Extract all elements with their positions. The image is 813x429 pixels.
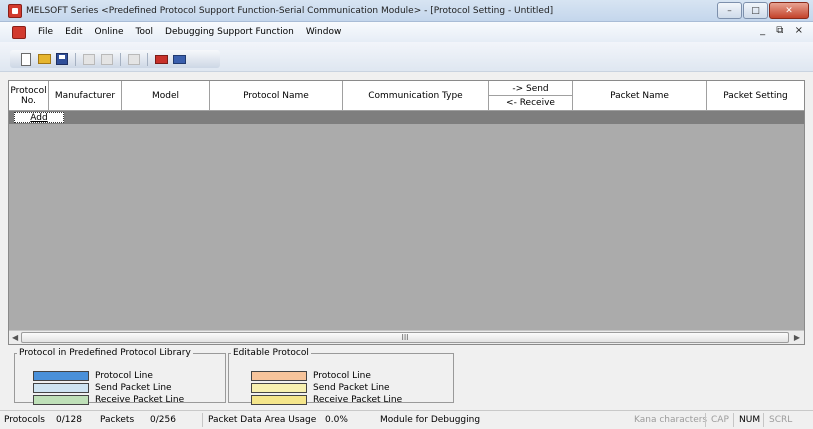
legend-label: Protocol Line: [313, 370, 371, 381]
status-num: NUM: [739, 415, 761, 425]
save-icon[interactable]: [54, 51, 70, 67]
status-separator: [202, 413, 203, 427]
legend-swatch: [251, 370, 307, 381]
legend-label: Send Packet Line: [95, 382, 172, 393]
legend-library-send-packet-line: Send Packet Line: [33, 382, 172, 393]
menu-bar: File Edit Online Tool Debugging Support …: [0, 22, 813, 42]
status-packets-label: Packets: [100, 415, 135, 425]
status-scrl: SCRL: [769, 415, 793, 425]
mdi-window-controls[interactable]: _ ⧉ ×: [760, 25, 807, 36]
status-separator: [763, 413, 764, 427]
toolbar: [0, 42, 813, 72]
protocol-grid: Protocol No. Manufacturer Model Protocol…: [8, 80, 805, 345]
toolbar-separator: [120, 52, 121, 66]
header-packet-setting[interactable]: Packet Setting: [707, 81, 804, 111]
toolbar-separator: [147, 52, 148, 66]
scroll-right-icon[interactable]: ▶: [794, 333, 800, 342]
legend-editable-receive-packet-line: Receive Packet Line: [251, 394, 402, 405]
legend-swatch: [33, 382, 89, 393]
legend-label: Receive Packet Line: [313, 394, 403, 405]
menu-tool[interactable]: Tool: [130, 27, 159, 37]
cut-icon[interactable]: [81, 51, 97, 67]
copy-icon[interactable]: [99, 51, 115, 67]
legend-editable-protocol-line: Protocol Line: [251, 370, 371, 381]
add-button[interactable]: Add: [14, 112, 64, 123]
legend-library-title: Protocol in Predefined Protocol Library: [19, 348, 191, 358]
legend-library-group: Protocol in Predefined Protocol Library …: [14, 348, 226, 405]
header-send-receive[interactable]: -> Send <- Receive: [489, 81, 573, 111]
legend-swatch: [251, 382, 307, 393]
menu-edit[interactable]: Edit: [59, 27, 88, 37]
scroll-thumb[interactable]: III: [21, 332, 789, 343]
status-cap: CAP: [711, 415, 729, 425]
status-packet-area-value: 0.0%: [325, 415, 348, 425]
status-kana: Kana characters: [634, 415, 708, 425]
header-manufacturer[interactable]: Manufacturer: [49, 81, 122, 111]
header-communication-type[interactable]: Communication Type: [343, 81, 489, 111]
menu-online[interactable]: Online: [89, 27, 130, 37]
window-controls: – □ ✕: [717, 2, 809, 19]
header-receive: <- Receive: [506, 97, 555, 108]
legend-swatch: [251, 394, 307, 405]
status-separator: [733, 413, 734, 427]
window-title: MELSOFT Series <Predefined Protocol Supp…: [26, 5, 554, 16]
header-protocol-no[interactable]: Protocol No.: [9, 81, 49, 111]
legend-editable-title: Editable Protocol: [233, 348, 309, 358]
scroll-left-icon[interactable]: ◀: [12, 333, 18, 342]
legend-label: Send Packet Line: [313, 382, 390, 393]
standard-toolstrip: [10, 50, 220, 68]
new-icon[interactable]: [18, 51, 34, 67]
legend-editable-send-packet-line: Send Packet Line: [251, 382, 390, 393]
header-protocol-name[interactable]: Protocol Name: [210, 81, 343, 111]
status-module: Module for Debugging: [380, 415, 481, 425]
menu-debugging-support-function[interactable]: Debugging Support Function: [159, 27, 300, 37]
legend-library-receive-packet-line: Receive Packet Line: [33, 394, 184, 405]
legend-editable-group: Editable Protocol Protocol Line Send Pac…: [228, 348, 454, 405]
legend-library-protocol-line: Protocol Line: [33, 370, 153, 381]
toolbar-separator: [75, 52, 76, 66]
open-icon[interactable]: [36, 51, 52, 67]
menu-window[interactable]: Window: [300, 27, 348, 37]
legend-swatch: [33, 394, 89, 405]
status-bar: Protocols 0/128 Packets 0/256 Packet Dat…: [0, 410, 813, 429]
paste-icon[interactable]: [126, 51, 142, 67]
title-bar: MELSOFT Series <Predefined Protocol Supp…: [0, 0, 813, 22]
header-send: -> Send: [489, 82, 572, 96]
close-button[interactable]: ✕: [769, 2, 809, 19]
write-to-module-icon[interactable]: [171, 51, 187, 67]
status-packets-value: 0/256: [150, 415, 176, 425]
minimize-button[interactable]: –: [717, 2, 742, 19]
maximize-button[interactable]: □: [743, 2, 768, 19]
menu-file[interactable]: File: [32, 27, 59, 37]
status-protocols-label: Protocols: [4, 415, 45, 425]
status-packet-area-label: Packet Data Area Usage: [208, 415, 317, 425]
status-protocols-value: 0/128: [56, 415, 82, 425]
legend-label: Protocol Line: [95, 370, 153, 381]
melsoft-app-icon[interactable]: [8, 3, 22, 18]
scroll-grip: III: [401, 333, 409, 342]
horizontal-scrollbar[interactable]: ◀ III ▶: [9, 330, 804, 344]
read-from-module-icon[interactable]: [153, 51, 169, 67]
add-row: Add: [9, 111, 804, 124]
header-packet-name[interactable]: Packet Name: [573, 81, 707, 111]
document-icon[interactable]: [12, 25, 26, 39]
header-model[interactable]: Model: [122, 81, 210, 111]
status-separator: [705, 413, 706, 427]
legend-swatch: [33, 370, 89, 381]
legend-label: Receive Packet Line: [95, 394, 185, 405]
